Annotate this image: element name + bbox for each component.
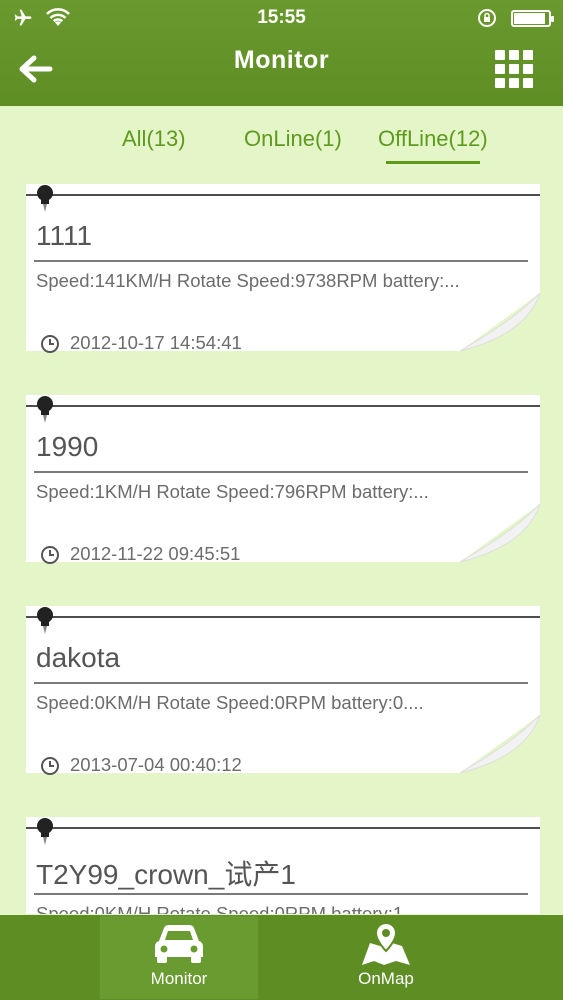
vehicle-card[interactable]: dakota Speed:0KM/H Rotate Speed:0RPM bat… (26, 606, 540, 775)
clock-icon (41, 546, 59, 564)
tab-all[interactable]: All(13) (122, 126, 186, 152)
car-icon (155, 925, 203, 963)
card-divider (26, 194, 540, 196)
tab-monitor-label: Monitor (150, 969, 208, 988)
name-underline (34, 682, 528, 684)
grid-icon-cell (523, 78, 533, 88)
status-bar: 15:55 (0, 0, 563, 38)
grid-icon-cell (509, 78, 519, 88)
map-pin-icon (362, 921, 410, 965)
status-right (477, 8, 554, 28)
pushpin-icon (37, 818, 53, 845)
bottom-tab-bar: Monitor OnMap (0, 915, 563, 1000)
vehicle-timestamp: 2012-10-17 14:54:41 (70, 332, 242, 353)
grid-icon-cell (495, 78, 505, 88)
vehicle-stats: Speed:0KM/H Rotate Speed:0RPM battery:1 (36, 903, 404, 914)
card-divider (26, 405, 540, 407)
pushpin-icon (37, 396, 53, 423)
vehicle-name: 1990 (36, 431, 99, 462)
card-divider (26, 827, 540, 829)
grid-icon-cell (523, 50, 533, 60)
battery-fill (514, 12, 545, 24)
name-underline (34, 471, 528, 473)
vehicle-name: T2Y99_crown_试产1 (36, 859, 296, 890)
tab-online[interactable]: OnLine(1) (244, 126, 342, 152)
tab-offline[interactable]: OffLine(12) (378, 126, 488, 164)
name-underline (34, 260, 528, 262)
grid-icon-cell (509, 50, 519, 60)
battery-icon (511, 9, 554, 27)
grid-icon (495, 50, 505, 60)
vehicle-list: 1111 Speed:141KM/H Rotate Speed:9738RPM … (0, 184, 563, 914)
grid-menu-button[interactable] (495, 50, 535, 90)
vehicle-card[interactable]: T2Y99_crown_试产1 Speed:0KM/H Rotate Speed… (26, 817, 540, 914)
card-divider (26, 616, 540, 618)
clock-icon (41, 335, 59, 353)
vehicle-stats: Speed:0KM/H Rotate Speed:0RPM battery:0.… (36, 692, 424, 713)
grid-icon-cell (509, 64, 519, 74)
page-title: Monitor (233, 46, 330, 74)
page-curl-decoration (460, 715, 540, 773)
header: 15:55 Monitor (0, 0, 563, 106)
vehicle-timestamp: 2012-11-22 09:45:51 (70, 543, 241, 564)
vehicle-stats: Speed:141KM/H Rotate Speed:9738RPM batte… (36, 270, 460, 291)
pushpin-icon (37, 185, 53, 212)
pushpin-icon (37, 607, 53, 634)
grid-icon-cell (495, 64, 505, 74)
clock-icon (41, 757, 59, 775)
vehicle-card[interactable]: 1990 Speed:1KM/H Rotate Speed:796RPM bat… (26, 395, 540, 564)
tab-monitor[interactable]: Monitor (99, 915, 259, 1000)
vehicle-card[interactable]: 1111 Speed:141KM/H Rotate Speed:9738RPM … (26, 184, 540, 353)
vehicle-name: dakota (36, 642, 121, 673)
grid-icon-cell (523, 64, 533, 74)
rotation-lock-icon (478, 9, 496, 27)
tab-onmap-label: OnMap (358, 969, 414, 988)
name-underline (34, 893, 528, 895)
vehicle-stats: Speed:1KM/H Rotate Speed:796RPM battery:… (36, 481, 429, 502)
vehicle-timestamp: 2013-07-04 00:40:12 (70, 754, 242, 775)
page-curl-decoration (460, 504, 540, 562)
page-curl-decoration (460, 293, 540, 351)
vehicle-name: 1111 (36, 220, 93, 251)
filter-tabs: All(13) OnLine(1) OffLine(12) (0, 126, 563, 166)
tab-onmap[interactable]: OnMap (306, 915, 466, 1000)
